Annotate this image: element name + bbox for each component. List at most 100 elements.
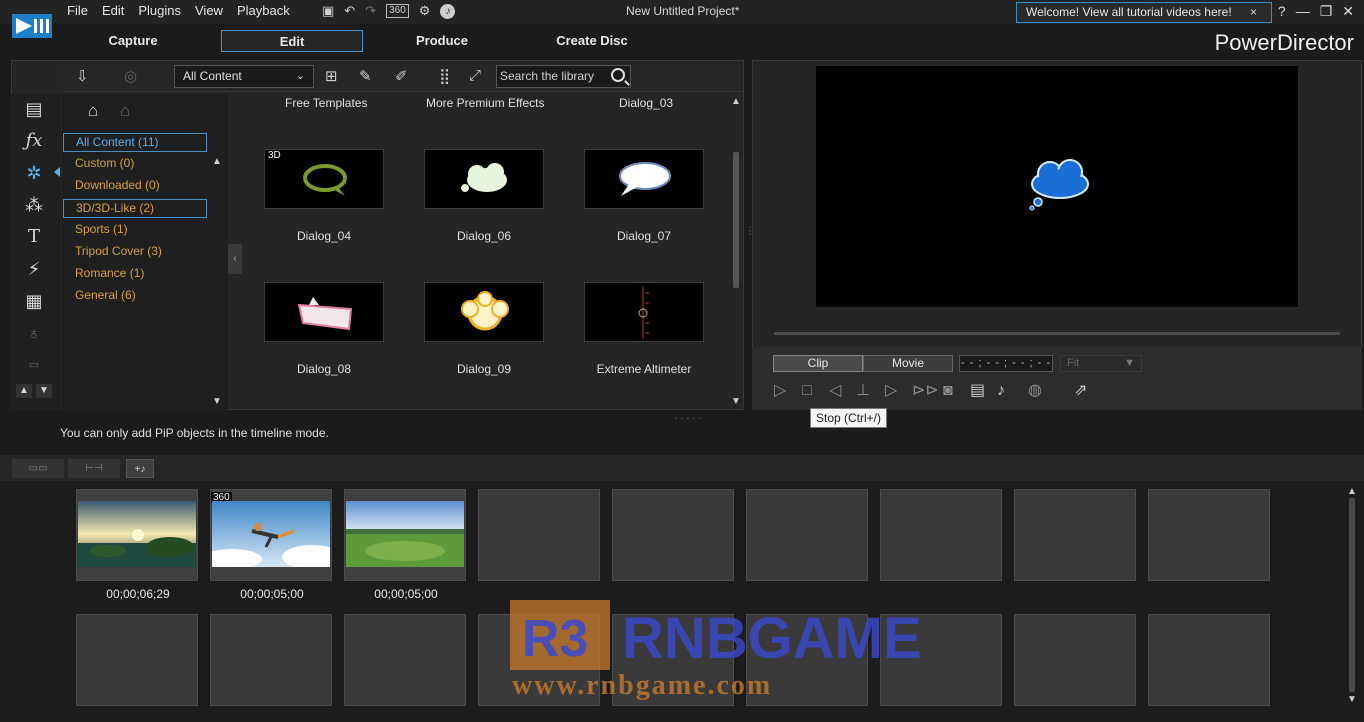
tab-edit[interactable]: Edit (221, 30, 363, 52)
transition-room-icon[interactable]: ⚡ (21, 256, 47, 282)
settings-gear-icon[interactable]: ⚙ (419, 3, 431, 19)
category-general[interactable]: General (6) (63, 287, 207, 306)
library-item-dialog-06[interactable] (424, 149, 544, 209)
storyboard-scroll-up-icon[interactable]: ▲ (1347, 486, 1357, 497)
storyboard-clip-3[interactable] (344, 489, 466, 581)
help-icon[interactable]: ? (1278, 3, 1286, 20)
zoom-fit-dropdown[interactable]: Fit ▼ (1060, 355, 1142, 372)
storyboard-empty-slot[interactable] (210, 614, 332, 706)
notification-bell-icon[interactable]: ♪ (440, 3, 456, 19)
category-custom[interactable]: Custom (0) (63, 155, 207, 174)
library-item-dialog-08[interactable] (264, 282, 384, 342)
storyboard-empty-slot[interactable] (1148, 614, 1270, 706)
storyboard-empty-slot[interactable] (746, 614, 868, 706)
modify-icon[interactable]: ✎ (359, 67, 372, 85)
scroll-down-icon[interactable]: ▼ (36, 384, 52, 398)
clip-mode-button[interactable]: Clip (773, 355, 863, 372)
storyboard-scroll-down-icon[interactable]: ▼ (1347, 694, 1357, 705)
undock-preview-icon[interactable]: ⇗ (1074, 382, 1087, 400)
scroll-up-icon[interactable]: ▲ (16, 384, 32, 398)
category-3d-like[interactable]: 3D/3D-Like (2) (63, 199, 207, 218)
subtitles-icon[interactable]: ▤ (970, 382, 985, 400)
360-view-icon[interactable]: ◍ (1028, 382, 1042, 400)
storyboard-empty-slot[interactable] (478, 489, 600, 581)
movie-mode-button[interactable]: Movie (863, 355, 953, 372)
category-all-content[interactable]: All Content (11) (63, 133, 207, 152)
category-tripod-cover[interactable]: Tripod Cover (3) (63, 243, 207, 262)
library-item-dialog-09[interactable] (424, 282, 544, 342)
add-tag-icon[interactable]: ⌂ (88, 101, 98, 121)
tab-create-disc[interactable]: Create Disc (521, 30, 663, 52)
play-icon[interactable]: ▷ (774, 382, 786, 400)
maximize-icon[interactable]: ❐ (1320, 3, 1333, 20)
playback-progress-bar[interactable] (774, 332, 1340, 335)
split-icon[interactable]: ⊥ (856, 382, 870, 400)
add-new-icon[interactable]: ⊞ (325, 67, 338, 85)
audio-mixing-room-icon[interactable]: ▦ (21, 288, 47, 314)
menu-playback[interactable]: Playback (230, 3, 297, 19)
storyboard-empty-slot[interactable] (612, 489, 734, 581)
menu-edit[interactable]: Edit (95, 3, 131, 19)
menu-view[interactable]: View (188, 3, 230, 19)
timecode-field[interactable]: - - ; - - ; - - ; - - (959, 355, 1053, 372)
horizontal-splitter-handle[interactable]: · · · · · (674, 413, 702, 424)
menu-plugins[interactable]: Plugins (131, 3, 188, 19)
category-romance[interactable]: Romance (1) (63, 265, 207, 284)
download-globe-icon[interactable]: ◎ (124, 67, 137, 85)
category-downloaded[interactable]: Downloaded (0) (63, 177, 207, 196)
category-scroll-up-icon[interactable]: ▲ (212, 156, 222, 167)
storyboard-view-icon[interactable]: ⊢⊣ (68, 459, 120, 478)
tab-capture[interactable]: Capture (62, 30, 204, 52)
library-scroll-thumb[interactable] (733, 152, 739, 288)
stop-icon[interactable]: □ (802, 382, 812, 400)
content-filter-dropdown[interactable]: All Content ⌄ (174, 65, 314, 88)
search-icon[interactable] (611, 68, 625, 82)
storyboard-empty-slot[interactable] (612, 614, 734, 706)
snapshot-camera-icon[interactable]: ◙ (943, 382, 953, 400)
title-room-icon[interactable]: T (21, 224, 47, 250)
particle-room-icon[interactable]: ⁂ (21, 192, 47, 218)
welcome-text[interactable]: Welcome! View all tutorial videos here! (1026, 5, 1232, 19)
storyboard-clip-2[interactable]: 360 (210, 489, 332, 581)
microphone-icon[interactable]: ♁ (21, 320, 47, 346)
close-icon[interactable]: × (1250, 3, 1257, 22)
grid-view-icon[interactable]: ⣿ (439, 67, 450, 85)
category-scroll-down-icon[interactable]: ▼ (212, 396, 222, 407)
import-media-icon[interactable]: ⇩ (76, 67, 89, 85)
volume-icon[interactable]: ♪ (997, 382, 1005, 400)
library-search-field[interactable]: Search the library (496, 65, 631, 88)
pen-tool-icon[interactable]: ✐ (395, 67, 408, 85)
redo-icon[interactable]: ↷ (365, 3, 376, 19)
next-frame-icon[interactable]: ▷ (885, 382, 897, 400)
storyboard-scroll-thumb[interactable] (1349, 498, 1355, 692)
storyboard-empty-slot[interactable] (880, 489, 1002, 581)
library-scrollbar[interactable]: ▲ ▼ (731, 96, 741, 408)
undo-icon[interactable]: ↶ (344, 3, 355, 19)
storyboard-empty-slot[interactable] (478, 614, 600, 706)
library-scroll-down-icon[interactable]: ▼ (731, 396, 741, 407)
storyboard-empty-slot[interactable] (746, 489, 868, 581)
storyboard-empty-slot[interactable] (1014, 489, 1136, 581)
fx-room-icon[interactable]: ƒx (21, 128, 47, 154)
library-scroll-up-icon[interactable]: ▲ (731, 96, 741, 107)
menu-file[interactable]: File (60, 3, 95, 19)
previous-frame-icon[interactable]: ◁ (829, 382, 841, 400)
expand-icon[interactable]: ⤢ (469, 67, 481, 84)
storyboard-scrollbar[interactable]: ▲ ▼ (1347, 486, 1357, 706)
premium-effects-link[interactable]: More Premium Effects (426, 96, 544, 110)
storyboard-clip-1[interactable] (76, 489, 198, 581)
storyboard-empty-slot[interactable] (1014, 614, 1136, 706)
minimize-icon[interactable]: — (1296, 3, 1310, 20)
timeline-view-icon[interactable]: ▭▭ (12, 459, 64, 478)
add-music-icon[interactable]: +♪ (126, 459, 154, 478)
tab-produce[interactable]: Produce (371, 30, 513, 52)
pip-objects-room-icon[interactable]: ✲ (21, 160, 47, 186)
search-input[interactable]: Search the library (500, 69, 594, 83)
chapter-room-icon[interactable]: ▭ (21, 352, 47, 378)
category-sports[interactable]: Sports (1) (63, 221, 207, 240)
storyboard-empty-slot[interactable] (344, 614, 466, 706)
close-window-icon[interactable]: ✕ (1342, 3, 1354, 20)
collapse-panel-button[interactable]: ‹ (228, 244, 242, 274)
fast-forward-icon[interactable]: ⊳⊳ (912, 382, 939, 400)
storyboard-empty-slot[interactable] (1148, 489, 1270, 581)
